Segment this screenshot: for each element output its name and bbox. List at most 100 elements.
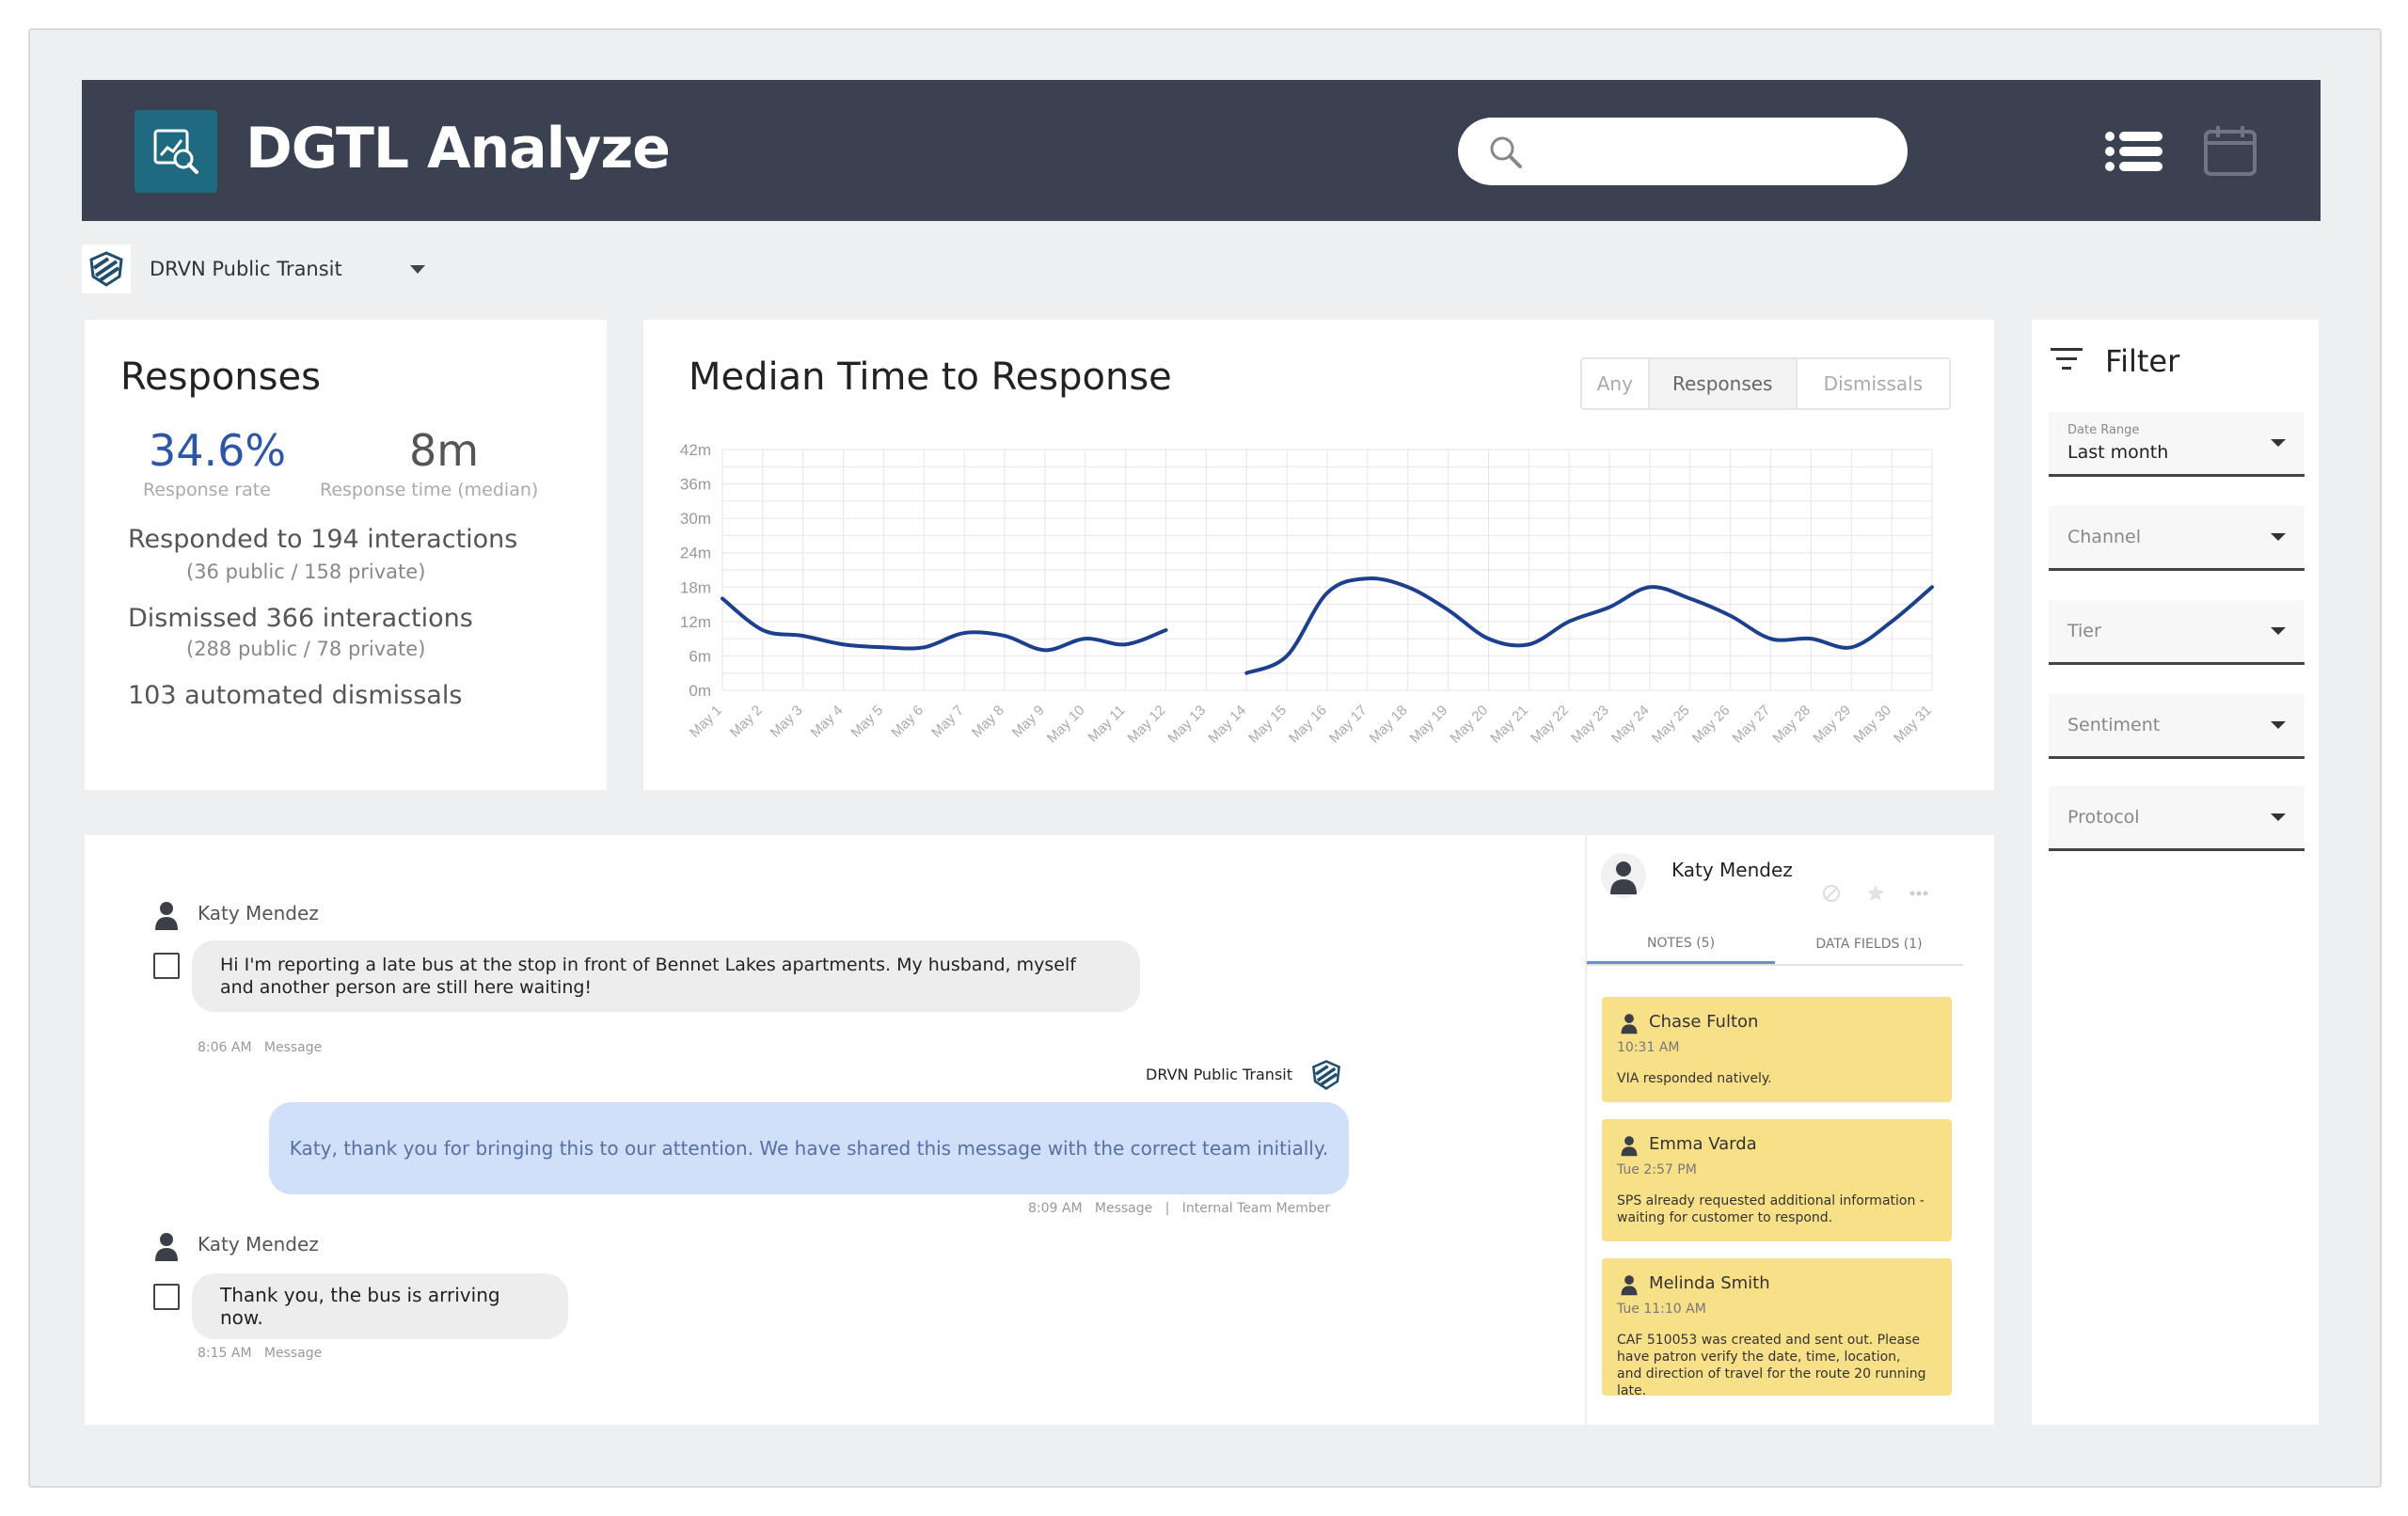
tier-select[interactable]: Tier [2049,600,2305,665]
star-icon[interactable] [1866,884,1885,903]
app-logo[interactable] [135,110,217,193]
response-time-label: Response time (median) [320,480,539,500]
tier-placeholder: Tier [2067,621,2101,641]
message-type: Message [1094,1201,1153,1216]
filter-title: Filter [2105,343,2180,379]
date-range-select[interactable]: Date Range Last month [2049,412,2305,477]
response-time-value: 8m [409,425,480,476]
sentiment-placeholder: Sentiment [2067,715,2161,735]
channel-select[interactable]: Channel [2049,506,2305,571]
x-tick-label: May 28 [1769,703,1814,747]
org-name: DRVN Public Transit [150,258,342,280]
user-avatar-icon [1601,853,1646,898]
user-avatar-icon [155,902,178,930]
note-author: Melinda Smith [1649,1273,1770,1293]
y-tick-label: 12m [680,613,711,631]
responded-count: Responded to 194 interactions [128,525,518,554]
x-tick-label: May 17 [1326,703,1370,747]
org-selector[interactable]: DRVN Public Transit [82,245,425,293]
x-tick-label: May 4 [808,703,847,741]
x-tick-label: May 12 [1125,703,1169,747]
message-bubble-incoming: Thank you, the bus is arriving now. [192,1273,568,1339]
dismissed-breakdown: (288 public / 78 private) [186,638,426,660]
series-line [721,596,1168,653]
message-author: Katy Mendez [198,1233,319,1255]
x-tick-label: May 19 [1407,703,1451,747]
meta-separator: | [1164,1201,1170,1216]
y-tick-label: 0m [689,682,711,700]
x-tick-label: May 20 [1447,703,1491,747]
list-view-icon[interactable] [2104,131,2162,172]
tab-data-fields[interactable]: DATA FIELDS (1) [1775,924,1963,964]
search-input[interactable] [1458,118,1908,185]
note-card[interactable]: Melinda Smith Tue 11:10 AM CAF 510053 wa… [1602,1258,1952,1398]
y-tick-label: 18m [680,578,711,596]
filter-panel: Filter Date Range Last month Channel Tie… [2032,320,2319,1425]
x-tick-label: May 11 [1085,703,1128,746]
note-text: SPS already requested additional informa… [1617,1193,1925,1225]
date-range-caption: Date Range [2067,423,2140,437]
protocol-placeholder: Protocol [2067,807,2140,828]
x-tick-label: May 25 [1649,703,1693,747]
message-meta: 8:15 AM Message [198,1346,322,1361]
median-response-chart-card: Median Time to Response Any Responses Di… [643,320,1994,790]
chevron-down-icon [2271,721,2286,729]
x-tick-label: May 9 [1009,703,1048,741]
note-time: 10:31 AM [1617,1040,1680,1055]
message-checkbox[interactable] [153,953,180,979]
message-type: Message [263,1040,323,1055]
message-type: Message [263,1346,323,1361]
series-line [1244,576,1934,675]
user-avatar-icon [1621,1014,1638,1034]
note-time: Tue 11:10 AM [1617,1302,1706,1317]
response-rate-label: Response rate [143,480,271,500]
analytics-search-icon [153,129,198,174]
calendar-icon[interactable] [2203,124,2258,177]
top-header: DGTL Analyze [82,80,2321,221]
message-meta: 8:06 AM Message [198,1040,322,1055]
message-time: 8:15 AM [198,1346,252,1361]
x-tick-label: May 29 [1810,703,1854,747]
note-card[interactable]: Chase Fulton 10:31 AM VIA responded nati… [1602,997,1952,1102]
x-tick-label: May 7 [928,703,967,741]
y-tick-label: 6m [689,647,711,665]
chevron-down-icon [2271,627,2286,635]
note-text: VIA responded natively. [1617,1071,1772,1086]
x-tick-label: May 3 [768,703,806,741]
user-avatar-icon [155,1233,178,1261]
contact-panel: Katy Mendez NOTES (5) DATA FIELDS (1) Ch… [1585,835,1972,1425]
x-tick-label: May 8 [969,703,1007,741]
x-tick-label: May 23 [1568,703,1612,747]
x-tick-label: May 30 [1850,703,1894,747]
x-tick-label: May 15 [1245,703,1290,747]
app-title: DGTL Analyze [246,116,671,182]
protocol-select[interactable]: Protocol [2049,786,2305,851]
tab-notes[interactable]: NOTES (5) [1587,924,1775,964]
x-tick-label: May 18 [1367,703,1411,747]
channel-placeholder: Channel [2067,527,2142,547]
x-tick-label: May 10 [1044,703,1088,747]
sentiment-select[interactable]: Sentiment [2049,694,2305,759]
org-logo [82,245,131,293]
message-checkbox[interactable] [153,1284,180,1310]
chevron-down-icon [2271,813,2286,821]
chevron-down-icon[interactable] [409,264,425,274]
x-tick-label: May 6 [888,703,927,741]
block-icon[interactable] [1822,884,1841,903]
line-chart: 0m6m12m18m24m30m36m42mMay 1 May 2 May 3 May… [680,441,1935,747]
x-tick-label: May 22 [1528,703,1572,747]
note-card[interactable]: Emma Varda Tue 2:57 PM SPS already reque… [1602,1119,1952,1241]
x-tick-label: May 1 [687,703,725,741]
x-tick-label: May 27 [1730,703,1774,747]
note-text: CAF 510053 was created and sent out. Ple… [1617,1333,1926,1398]
x-tick-label: May 13 [1164,703,1209,747]
x-tick-label: May 31 [1891,703,1935,747]
responded-breakdown: (36 public / 158 private) [186,561,426,583]
responses-title: Responses [120,355,321,399]
message-meta: 8:09 AM Message | Internal Team Member [1028,1201,1330,1216]
chevron-down-icon [2271,439,2286,447]
x-tick-label: May 5 [848,703,886,741]
shield-stripes-icon [1312,1060,1340,1090]
more-icon[interactable] [1909,890,1928,897]
message-author: Katy Mendez [198,902,319,924]
